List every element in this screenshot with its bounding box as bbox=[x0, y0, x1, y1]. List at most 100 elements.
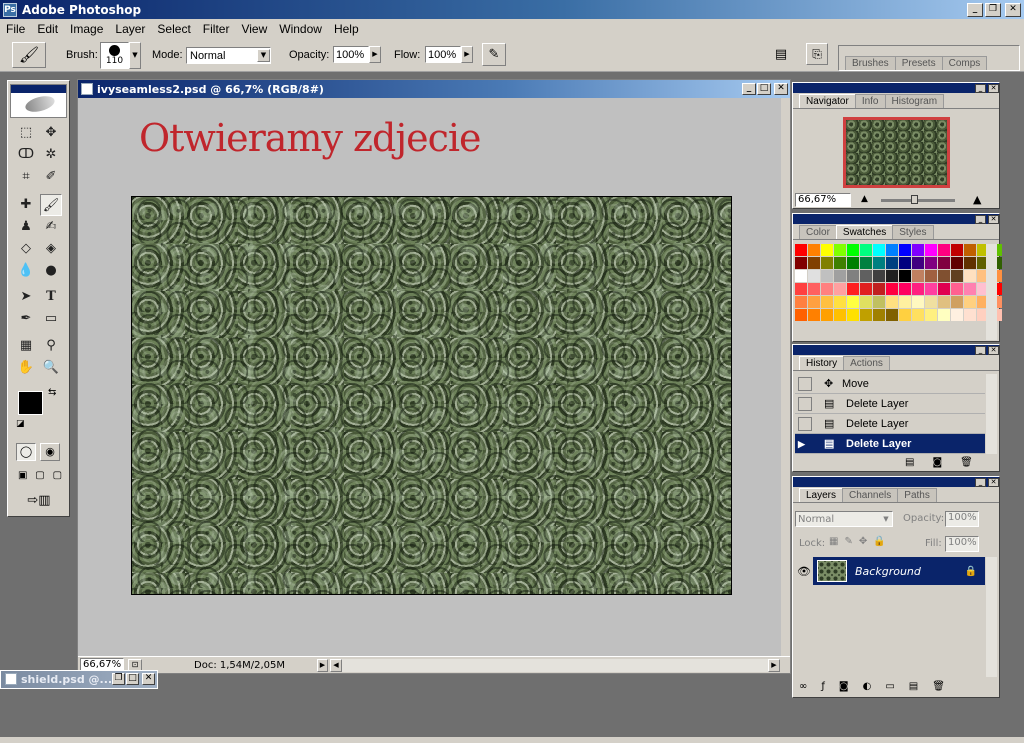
tab-swatches[interactable]: Swatches bbox=[835, 225, 894, 239]
imageready-icon[interactable]: ⎘ bbox=[806, 43, 828, 65]
paint-bucket-icon[interactable]: ◈ bbox=[40, 238, 62, 260]
swatch[interactable] bbox=[912, 270, 924, 282]
notes-tool-icon[interactable]: ▦ bbox=[15, 335, 37, 357]
menu-select[interactable]: Select bbox=[151, 22, 196, 36]
swatch[interactable] bbox=[808, 309, 820, 321]
swatch[interactable] bbox=[938, 283, 950, 295]
swatch[interactable] bbox=[860, 283, 872, 295]
swatch[interactable] bbox=[951, 244, 963, 256]
swatch[interactable] bbox=[938, 309, 950, 321]
hand-tool-icon[interactable]: ✋ bbox=[15, 357, 37, 379]
toolbox-header[interactable] bbox=[10, 84, 67, 118]
canvas-area[interactable]: Otwieramy zdjecie bbox=[78, 98, 781, 656]
flow-slider-button[interactable]: ▶ bbox=[461, 46, 473, 63]
restore-button[interactable]: ❐ bbox=[985, 2, 1001, 17]
layer-row-background[interactable]: 👁 Background 🔒 bbox=[795, 557, 985, 585]
swatch[interactable] bbox=[860, 257, 872, 269]
horizontal-scrollbar[interactable] bbox=[342, 658, 768, 672]
swatch[interactable] bbox=[964, 296, 976, 308]
new-group-icon[interactable]: ▭ bbox=[885, 681, 894, 692]
swatch[interactable] bbox=[834, 257, 846, 269]
swatch[interactable] bbox=[951, 296, 963, 308]
zoom-in-icon[interactable]: ▲ bbox=[973, 193, 981, 206]
swatch[interactable] bbox=[808, 244, 820, 256]
trash-icon[interactable]: 🗑 bbox=[960, 457, 973, 468]
swatch[interactable] bbox=[847, 296, 859, 308]
swatch[interactable] bbox=[873, 309, 885, 321]
swatch[interactable] bbox=[938, 257, 950, 269]
swatch[interactable] bbox=[886, 296, 898, 308]
swatch[interactable] bbox=[912, 257, 924, 269]
healing-brush-icon[interactable]: ✚ bbox=[15, 194, 37, 216]
swatch[interactable] bbox=[912, 296, 924, 308]
new-document-icon[interactable]: ▤ bbox=[905, 457, 914, 468]
lock-pixels-icon[interactable]: ✎ bbox=[844, 536, 852, 547]
type-tool-icon[interactable]: T bbox=[40, 286, 62, 308]
swatch[interactable] bbox=[899, 257, 911, 269]
panel-minimize-button[interactable]: _ bbox=[975, 83, 986, 93]
opacity-slider-button[interactable]: ▶ bbox=[369, 46, 381, 63]
eraser-tool-icon[interactable]: ◇ bbox=[15, 238, 37, 260]
standard-mode-icon[interactable]: ◯ bbox=[16, 443, 36, 461]
swatch[interactable] bbox=[808, 270, 820, 282]
swatch[interactable] bbox=[964, 283, 976, 295]
tab-history[interactable]: History bbox=[799, 356, 845, 370]
swatches-scrollbar[interactable] bbox=[986, 244, 997, 340]
min-doc-restore-button[interactable]: ❐ bbox=[112, 673, 125, 685]
crop-tool-icon[interactable]: ⌗ bbox=[15, 166, 37, 188]
swatch[interactable] bbox=[821, 309, 833, 321]
file-browser-icon[interactable]: ▤ bbox=[772, 46, 790, 63]
history-item-selected[interactable]: ▶ ▤ Delete Layer bbox=[795, 434, 985, 454]
brush-dropdown-button[interactable]: ▼ bbox=[129, 42, 141, 69]
history-item[interactable]: ▤ Delete Layer bbox=[795, 414, 985, 434]
swatch[interactable] bbox=[899, 270, 911, 282]
document-title-bar[interactable]: ivyseamless2.psd @ 66,7% (RGB/8#) _ □ ✕ bbox=[78, 80, 790, 98]
swatch[interactable] bbox=[795, 257, 807, 269]
swatch[interactable] bbox=[912, 244, 924, 256]
swatch[interactable] bbox=[873, 296, 885, 308]
tab-paths[interactable]: Paths bbox=[897, 488, 937, 502]
magic-wand-icon[interactable]: ✲ bbox=[40, 144, 62, 166]
tool-preset-picker[interactable]: 🖌 bbox=[12, 42, 46, 68]
swatch[interactable] bbox=[964, 309, 976, 321]
swatch[interactable] bbox=[951, 309, 963, 321]
swatch[interactable] bbox=[886, 244, 898, 256]
swatch[interactable] bbox=[834, 283, 846, 295]
eyedropper-icon[interactable]: ⚲ bbox=[40, 335, 62, 357]
menu-image[interactable]: Image bbox=[64, 22, 109, 36]
lasso-tool-icon[interactable]: ↀ bbox=[15, 144, 37, 166]
well-tab-brushes[interactable]: Brushes bbox=[845, 56, 896, 70]
tab-actions[interactable]: Actions bbox=[843, 356, 890, 370]
navigator-zoom-slider[interactable] bbox=[881, 195, 955, 204]
swatch[interactable] bbox=[925, 309, 937, 321]
doc-maximize-button[interactable]: □ bbox=[757, 83, 771, 95]
zoom-tool-icon[interactable]: 🔍 bbox=[40, 357, 62, 379]
swatch[interactable] bbox=[873, 283, 885, 295]
layer-opacity-input[interactable]: 100% bbox=[945, 511, 979, 527]
layers-scrollbar[interactable] bbox=[986, 557, 997, 677]
swatch-grid[interactable] bbox=[795, 244, 1002, 321]
layer-style-icon[interactable]: ƒ bbox=[821, 681, 825, 692]
minimize-button[interactable]: _ bbox=[967, 2, 983, 17]
doc-minimize-button[interactable]: _ bbox=[742, 83, 756, 95]
swatch[interactable] bbox=[899, 283, 911, 295]
swatch[interactable] bbox=[860, 244, 872, 256]
marquee-tool-icon[interactable]: ⬚ bbox=[15, 122, 37, 144]
swatch[interactable] bbox=[925, 257, 937, 269]
history-item[interactable]: ▤ Delete Layer bbox=[795, 394, 985, 414]
tab-info[interactable]: Info bbox=[854, 94, 886, 108]
eye-icon[interactable]: 👁 bbox=[795, 565, 813, 578]
swatch[interactable] bbox=[834, 296, 846, 308]
swatch[interactable] bbox=[964, 257, 976, 269]
move-tool-icon[interactable]: ✥ bbox=[40, 122, 62, 144]
swatch[interactable] bbox=[873, 270, 885, 282]
min-doc-maximize-button[interactable]: □ bbox=[126, 673, 139, 685]
swatch[interactable] bbox=[925, 270, 937, 282]
swatch[interactable] bbox=[795, 309, 807, 321]
swatch[interactable] bbox=[795, 283, 807, 295]
swatch[interactable] bbox=[821, 270, 833, 282]
status-menu-button[interactable]: ▶ bbox=[317, 658, 328, 672]
swatch[interactable] bbox=[834, 309, 846, 321]
swatch[interactable] bbox=[951, 270, 963, 282]
zoom-slider-thumb[interactable] bbox=[911, 195, 918, 204]
